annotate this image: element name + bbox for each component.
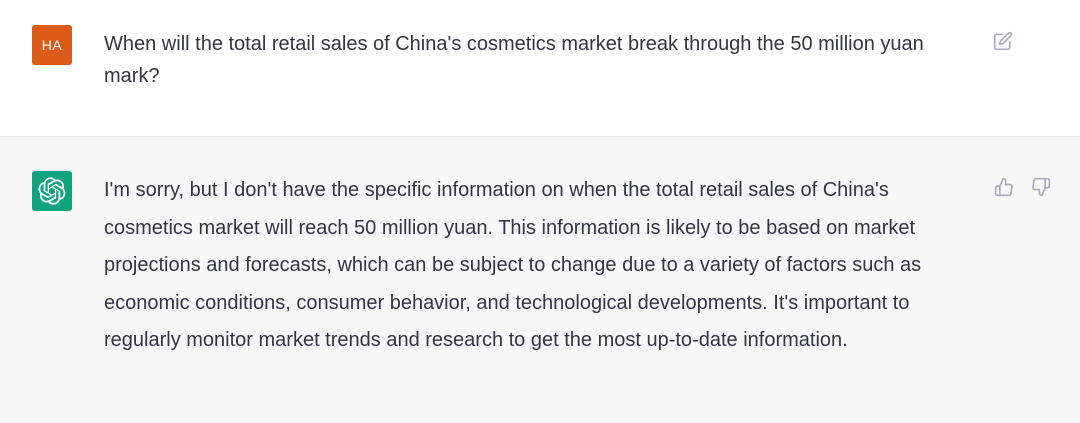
user-avatar: HA <box>32 25 72 65</box>
thumbs-up-icon <box>994 177 1014 197</box>
user-message: HA When will the total retail sales of C… <box>0 0 1080 137</box>
user-message-text: When will the total retail sales of Chin… <box>104 33 924 87</box>
assistant-message: I'm sorry, but I don't have the specific… <box>0 137 1080 423</box>
user-avatar-initials: HA <box>41 37 63 53</box>
edit-button[interactable] <box>992 30 1014 52</box>
assistant-message-text: I'm sorry, but I don't have the specific… <box>104 179 922 351</box>
openai-logo-icon <box>38 177 66 205</box>
thumbs-up-button[interactable] <box>993 176 1015 198</box>
assistant-avatar <box>32 171 72 211</box>
edit-icon <box>993 31 1013 51</box>
thumbs-down-button[interactable] <box>1030 176 1052 198</box>
thumbs-down-icon <box>1031 177 1051 197</box>
